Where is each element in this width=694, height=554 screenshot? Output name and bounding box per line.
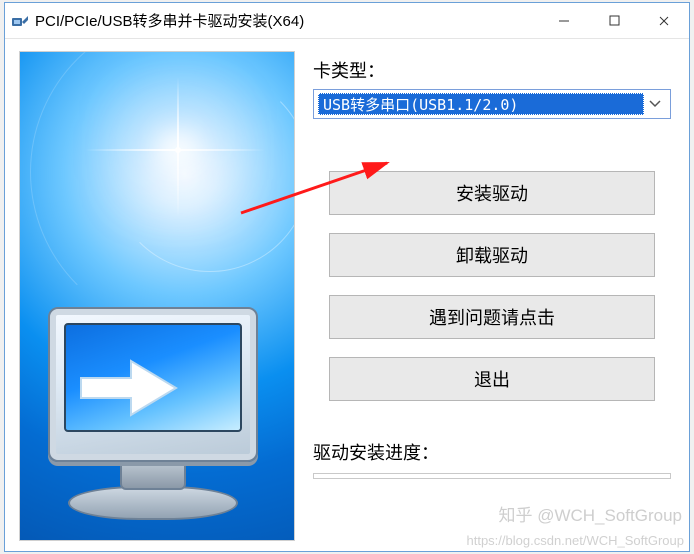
- window-controls: [539, 3, 689, 38]
- monitor-stand-icon: [120, 460, 186, 490]
- lens-flare-icon: [175, 147, 181, 153]
- chevron-down-icon: [644, 97, 666, 111]
- content-area: 卡类型： USB转多串口(USB1.1/2.0) 安装驱动 卸载驱动 遇到问题请…: [5, 39, 689, 551]
- app-icon: [11, 12, 29, 30]
- controls-panel: 卡类型： USB转多串口(USB1.1/2.0) 安装驱动 卸载驱动 遇到问题请…: [309, 51, 675, 541]
- monitor-icon: [48, 307, 258, 462]
- monitor-base-icon: [68, 486, 238, 520]
- illustration-panel: [19, 51, 295, 541]
- exit-button[interactable]: 退出: [329, 357, 655, 401]
- app-window: PCI/PCIe/USB转多串并卡驱动安装(X64): [4, 2, 690, 552]
- uninstall-button[interactable]: 卸载驱动: [329, 233, 655, 277]
- decorative-arc: [30, 51, 295, 332]
- progress-label: 驱动安装进度：: [313, 439, 671, 465]
- titlebar: PCI/PCIe/USB转多串并卡驱动安装(X64): [5, 3, 689, 39]
- maximize-icon: [609, 15, 620, 26]
- watermark-csdn: https://blog.csdn.net/WCH_SoftGroup: [467, 533, 685, 548]
- install-button[interactable]: 安装驱动: [329, 171, 655, 215]
- progress-bar: [313, 473, 671, 479]
- help-button[interactable]: 遇到问题请点击: [329, 295, 655, 339]
- minimize-icon: [558, 15, 570, 27]
- card-type-label: 卡类型：: [313, 57, 671, 83]
- close-button[interactable]: [639, 3, 689, 38]
- window-title: PCI/PCIe/USB转多串并卡驱动安装(X64): [35, 10, 304, 31]
- button-stack: 安装驱动 卸载驱动 遇到问题请点击 退出: [313, 171, 671, 401]
- close-icon: [658, 15, 670, 27]
- monitor-screen-icon: [64, 323, 242, 432]
- card-type-selected: USB转多串口(USB1.1/2.0): [318, 93, 644, 115]
- card-type-dropdown[interactable]: USB转多串口(USB1.1/2.0): [313, 89, 671, 119]
- cursor-arrow-icon: [76, 353, 196, 423]
- watermark-zhihu: 知乎 @WCH_SoftGroup: [498, 501, 682, 526]
- minimize-button[interactable]: [539, 3, 589, 38]
- maximize-button[interactable]: [589, 3, 639, 38]
